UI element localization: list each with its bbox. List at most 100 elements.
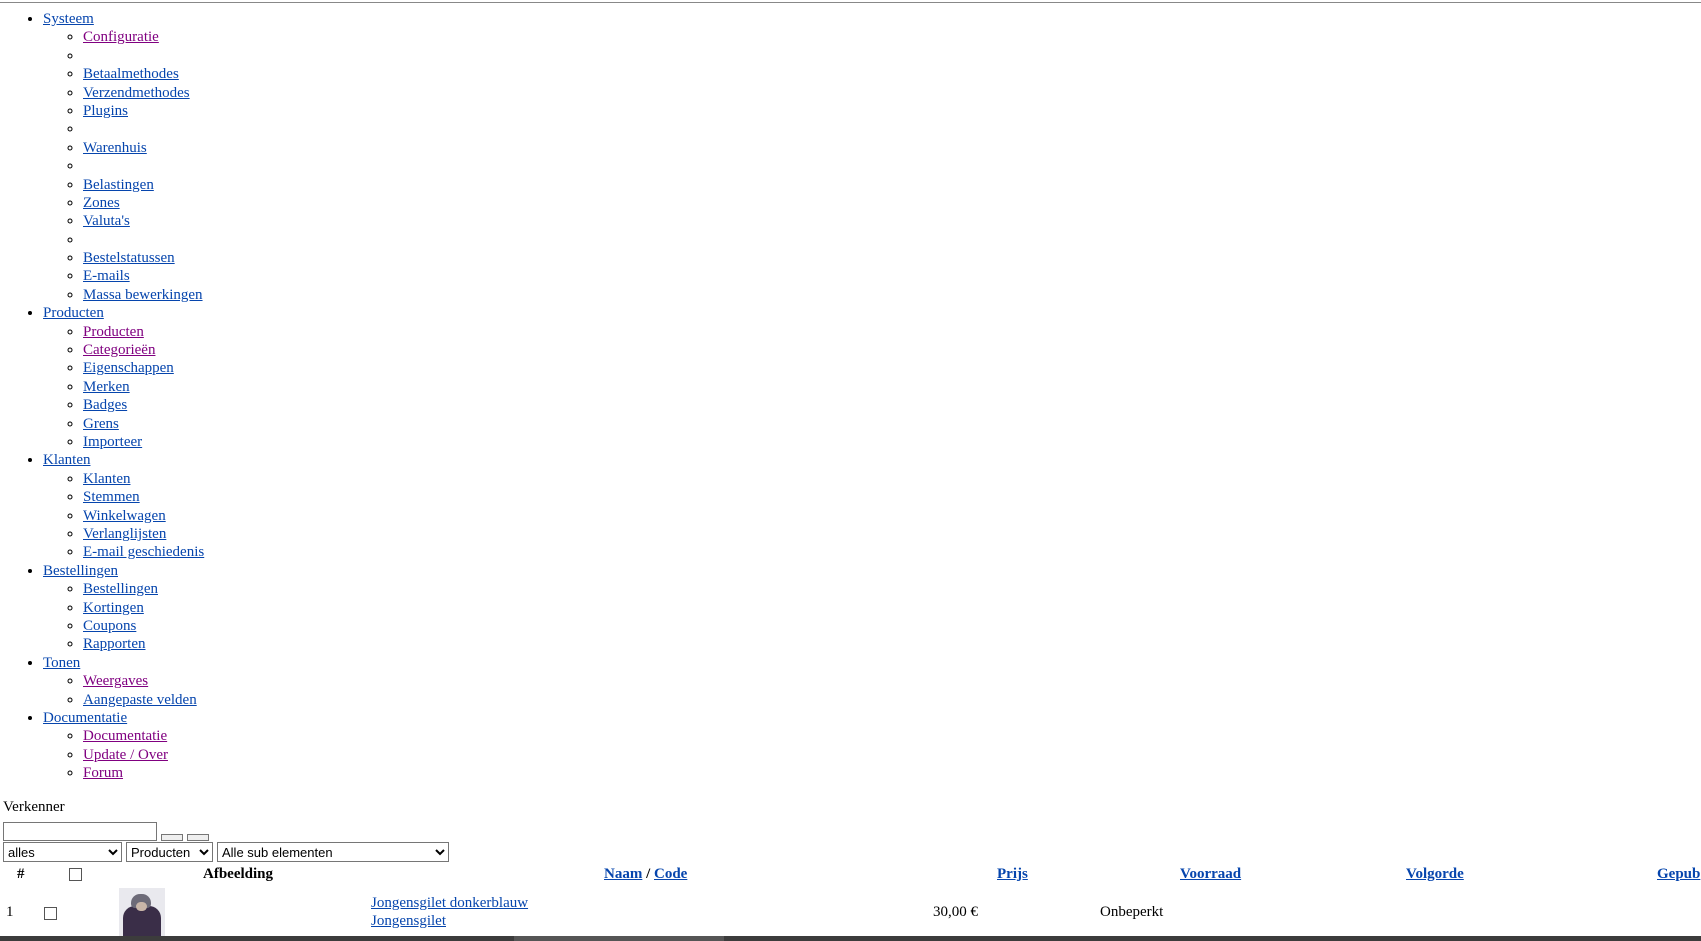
submenu-link-merken[interactable]: Merken: [83, 379, 130, 395]
status-filter-select[interactable]: alles: [3, 842, 122, 862]
reset-button[interactable]: [187, 834, 209, 841]
sort-by-name-link[interactable]: Naam: [604, 866, 642, 882]
scrollbar-thumb[interactable]: [514, 936, 724, 941]
submenu-link-valuta-s[interactable]: Valuta's: [83, 213, 130, 229]
select-all-checkbox[interactable]: [69, 868, 82, 881]
submenu-item-betaalmethodes: Betaalmethodes: [83, 65, 204, 83]
submenu-link-coupons[interactable]: Coupons: [83, 618, 136, 634]
top-divider: [0, 2, 1701, 3]
submenu-link-documentatie[interactable]: Documentatie: [83, 728, 167, 744]
submenu-link-rapporten[interactable]: Rapporten: [83, 636, 145, 652]
header-name-code: Naam / Code: [604, 866, 687, 883]
menu-section-link-systeem[interactable]: Systeem: [43, 11, 94, 27]
row-name: Jongensgilet donkerblauw: [371, 895, 528, 912]
row-price: 30,00 €: [933, 904, 978, 920]
submenu-link-betaalmethodes[interactable]: Betaalmethodes: [83, 66, 179, 82]
submenu-item-aangepaste-velden: Aangepaste velden: [83, 691, 204, 709]
submenu-item-winkelwagen: Winkelwagen: [83, 507, 204, 525]
sort-by-stock-link[interactable]: Voorraad: [1180, 866, 1241, 882]
row-number: 1: [6, 904, 14, 920]
submenu-link-update-over[interactable]: Update / Over: [83, 747, 168, 763]
submenu-item-rapporten: Rapporten: [83, 635, 204, 653]
submenu-item-coupons: Coupons: [83, 617, 204, 635]
submenu-item-massa-bewerkingen: Massa bewerkingen: [83, 286, 204, 304]
main-menu: Systeem Configuratie Betaalmethodes Verzend…: [0, 10, 204, 783]
submenu-item-e-mails: E-mails: [83, 267, 204, 285]
submenu-item-configuratie: Configuratie: [83, 28, 204, 46]
submenu-link-bestelstatussen[interactable]: Bestelstatussen: [83, 250, 175, 266]
submenu-item-producten: Producten: [83, 323, 204, 341]
submenu: Configuratie Betaalmethodes Verzendmethode…: [43, 28, 204, 304]
submenu: Bestellingen Kortingen Coupons Rapporten: [43, 580, 204, 654]
submenu-item-categorieen: Categorieën: [83, 341, 204, 359]
bottom-scrollbar[interactable]: [0, 936, 1701, 941]
row-checkbox[interactable]: [44, 907, 57, 920]
submenu-link-aangepaste-velden[interactable]: Aangepaste velden: [83, 692, 197, 708]
header-separator: /: [646, 866, 651, 882]
submenu-link-grens[interactable]: Grens: [83, 416, 119, 432]
submenu-link-bestellingen[interactable]: Bestellingen: [83, 581, 158, 597]
submenu-link-forum[interactable]: Forum: [83, 765, 123, 781]
row-code: Jongensgilet: [371, 913, 446, 930]
submenu-link-weergaves[interactable]: Weergaves: [83, 673, 148, 689]
submenu-link-stemmen[interactable]: Stemmen: [83, 489, 140, 505]
submenu-link-producten[interactable]: Producten: [83, 324, 144, 340]
submenu-link-e-mail-geschiedenis[interactable]: E-mail geschiedenis: [83, 544, 204, 560]
header-select-all: [69, 868, 82, 886]
menu-section-link-documentatie[interactable]: Documentatie: [43, 710, 127, 726]
menu-section-link-producten[interactable]: Producten: [43, 305, 104, 321]
header-number: #: [17, 866, 25, 882]
submenu-link-klanten[interactable]: Klanten: [83, 471, 130, 487]
search-input[interactable]: [3, 822, 157, 841]
submenu-item-bestelstatussen: Bestelstatussen: [83, 249, 204, 267]
type-filter-select[interactable]: Producten: [126, 842, 213, 862]
search-row: [3, 822, 209, 841]
submenu-link-verlanglijsten[interactable]: Verlanglijsten: [83, 526, 166, 542]
submenu-link-belastingen[interactable]: Belastingen: [83, 177, 154, 193]
sort-by-price-link[interactable]: Prijs: [997, 866, 1028, 882]
sort-by-code-link[interactable]: Code: [654, 866, 687, 882]
submenu-item-zones: Zones: [83, 194, 204, 212]
submenu-link-configuratie[interactable]: Configuratie: [83, 29, 159, 45]
search-button[interactable]: [161, 834, 183, 841]
submenu-link-verzendmethodes[interactable]: Verzendmethodes: [83, 85, 190, 101]
submenu-link-categorieen[interactable]: Categorieën: [83, 342, 155, 358]
menu-section-link-bestellingen[interactable]: Bestellingen: [43, 563, 118, 579]
submenu: Klanten Stemmen Winkelwagen Verlanglijsten E…: [43, 470, 204, 562]
submenu-link-badges[interactable]: Badges: [83, 397, 127, 413]
sort-by-order-link[interactable]: Volgorde: [1406, 866, 1464, 882]
submenu-link-zones[interactable]: Zones: [83, 195, 120, 211]
submenu-item-plugins: Plugins: [83, 102, 204, 120]
menu-section-link-klanten[interactable]: Klanten: [43, 452, 90, 468]
sub-elements-filter-select[interactable]: Alle sub elementen: [217, 842, 449, 862]
submenu-item-importeer: Importeer: [83, 433, 204, 451]
submenu-item-update-over: Update / Over: [83, 746, 204, 764]
submenu: Producten Categorieën Eigenschappen Merken B…: [43, 323, 204, 452]
submenu-link-importeer[interactable]: Importeer: [83, 434, 142, 450]
submenu-link-eigenschappen[interactable]: Eigenschappen: [83, 360, 174, 376]
submenu-item-kortingen: Kortingen: [83, 599, 204, 617]
sort-by-published-link[interactable]: Gepub: [1657, 866, 1700, 882]
submenu-spacer: [83, 157, 204, 175]
submenu-item-badges: Badges: [83, 396, 204, 414]
submenu-link-plugins[interactable]: Plugins: [83, 103, 128, 119]
product-code-link[interactable]: Jongensgilet: [371, 913, 446, 929]
submenu-link-massa-bewerkingen[interactable]: Massa bewerkingen: [83, 287, 203, 303]
filters-row: alles Producten Alle sub elementen: [3, 842, 453, 862]
menu-section-link-tonen[interactable]: Tonen: [43, 655, 80, 671]
product-name-link[interactable]: Jongensgilet donkerblauw: [371, 895, 528, 911]
menu-section-bestellingen: Bestellingen Bestellingen Kortingen Coupons…: [43, 562, 204, 654]
menu-section-tonen: TonenWeergaves Aangepaste velden: [43, 654, 204, 709]
submenu-item-documentatie: Documentatie: [83, 727, 204, 745]
submenu-link-e-mails[interactable]: E-mails: [83, 268, 130, 284]
submenu-spacer: [83, 47, 204, 65]
submenu-link-warenhuis[interactable]: Warenhuis: [83, 140, 147, 156]
submenu-spacer: [83, 120, 204, 138]
submenu-item-forum: Forum: [83, 764, 204, 782]
submenu-item-bestellingen: Bestellingen: [83, 580, 204, 598]
submenu-link-kortingen[interactable]: Kortingen: [83, 600, 144, 616]
submenu-link-winkelwagen[interactable]: Winkelwagen: [83, 508, 166, 524]
product-thumbnail[interactable]: [119, 888, 165, 941]
submenu-item-verzendmethodes: Verzendmethodes: [83, 84, 204, 102]
submenu-item-weergaves: Weergaves: [83, 672, 204, 690]
